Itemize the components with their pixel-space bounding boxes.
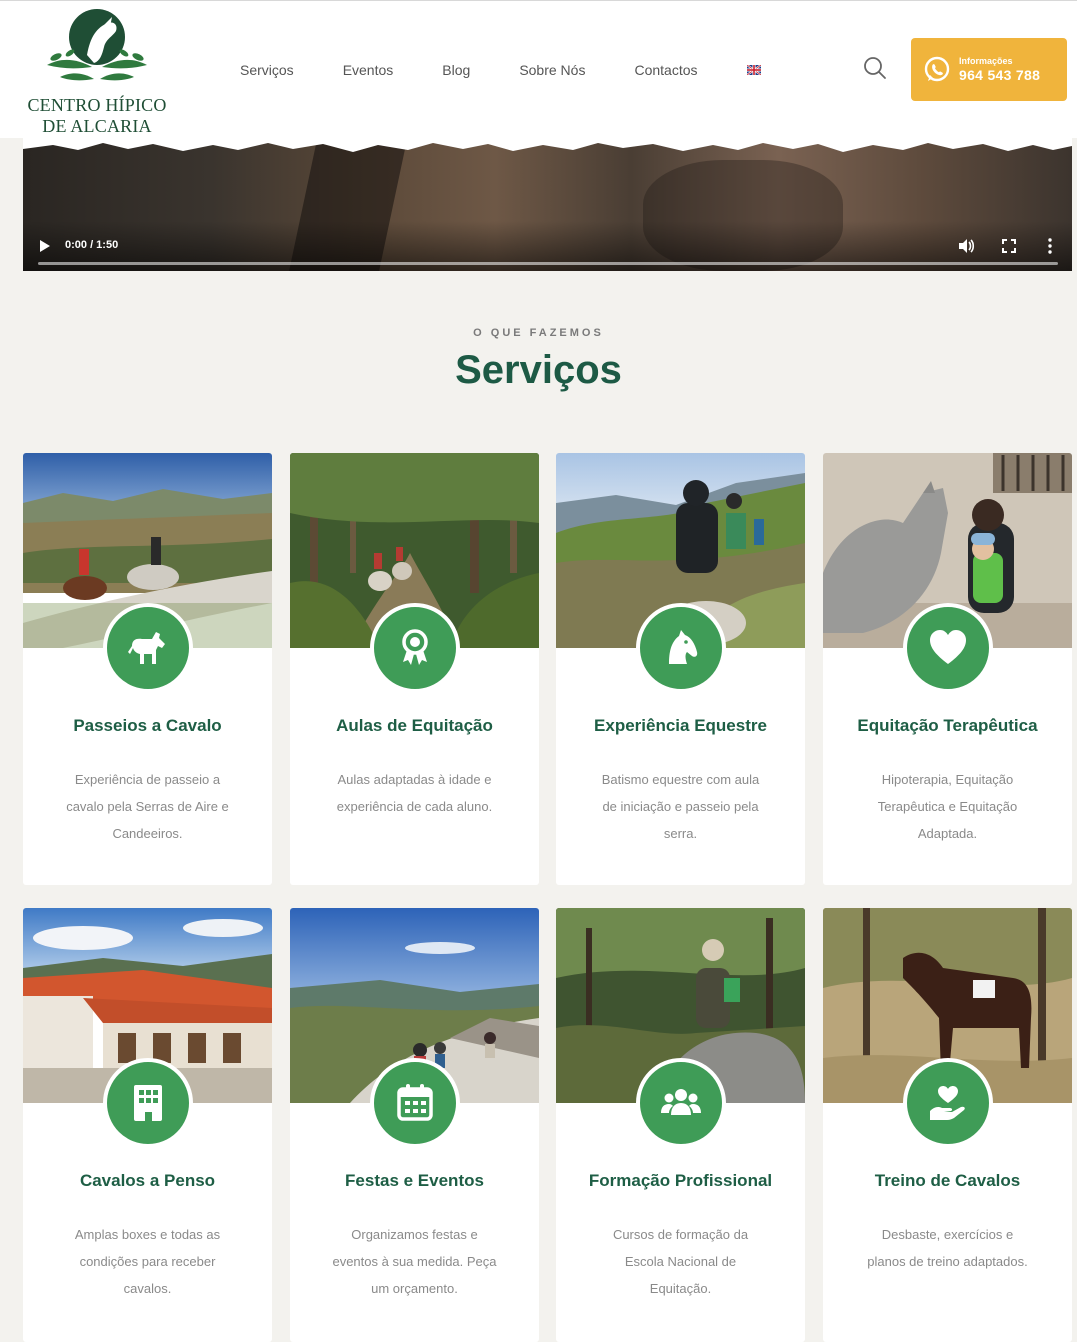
horse-head-icon	[669, 630, 698, 664]
service-description: Cursos de formação da Escola Nacional de…	[612, 1227, 749, 1296]
video-progress-bar[interactable]	[38, 262, 1058, 265]
video-time: 0:00 / 1:50	[65, 239, 119, 251]
cta-label: Informações	[959, 55, 1013, 66]
service-badge	[370, 603, 460, 693]
service-card-formacao[interactable]: Formação Profissional Cursos de formação…	[556, 908, 805, 1342]
video-controls: 0:00 / 1:50	[23, 221, 1072, 271]
more-options-icon[interactable]	[1045, 237, 1055, 255]
calendar-icon	[397, 1084, 433, 1121]
play-icon[interactable]	[39, 239, 51, 253]
logo-horse-icon	[47, 9, 147, 81]
group-icon	[661, 1089, 701, 1115]
horse-icon	[128, 632, 165, 664]
service-description: Batismo equestre com aula de iniciação e…	[601, 772, 760, 841]
nav-item-servicos[interactable]: Serviços	[240, 62, 294, 78]
service-description: Experiência de passeio a cavalo pela Ser…	[66, 772, 229, 841]
service-badge	[370, 1058, 460, 1148]
service-title: Festas e Eventos	[345, 1171, 484, 1190]
service-badge	[103, 1058, 193, 1148]
nav-item-blog[interactable]: Blog	[442, 62, 470, 78]
section-eyebrow: O QUE FAZEMOS	[473, 327, 604, 339]
volume-icon[interactable]	[957, 237, 975, 255]
nav-item-eventos[interactable]: Eventos	[343, 62, 394, 78]
service-card-terapeutica[interactable]: Equitação Terapêutica Hipoterapia, Equit…	[823, 453, 1072, 885]
service-description: Organizamos festas e eventos à sua medid…	[332, 1227, 497, 1296]
service-title: Experiência Equestre	[594, 716, 767, 735]
service-card-passeios[interactable]: Passeios a Cavalo Experiência de passeio…	[23, 453, 272, 885]
nav-item-sobre-nos[interactable]: Sobre Nós	[519, 62, 585, 78]
service-badge	[903, 1058, 993, 1148]
service-badge	[903, 603, 993, 693]
service-card-treino[interactable]: Treino de Cavalos Desbaste, exercícios e…	[823, 908, 1072, 1342]
service-card-experiencia[interactable]: Experiência Equestre Batismo equestre co…	[556, 453, 805, 885]
service-description: Amplas boxes e todas as condições para r…	[74, 1227, 221, 1296]
building-icon	[134, 1085, 162, 1121]
service-card-penso[interactable]: Cavalos a Penso Amplas boxes e todas as …	[23, 908, 272, 1342]
heart-icon	[930, 630, 966, 664]
fullscreen-icon[interactable]	[1001, 238, 1017, 254]
service-description: Aulas adaptadas à idade e experiência de…	[336, 772, 493, 814]
service-description: Hipoterapia, Equitação Terapêutica e Equ…	[877, 772, 1018, 841]
uk-flag-icon[interactable]	[746, 65, 761, 75]
logo-line-2: DE ALCARIA	[42, 116, 152, 136]
nav-item-contactos[interactable]: Contactos	[634, 62, 697, 78]
service-description: Desbaste, exercícios e planos de treino …	[867, 1227, 1028, 1269]
service-title: Formação Profissional	[588, 1171, 773, 1190]
section-title: Serviços	[455, 348, 622, 392]
site-header: CENTRO HÍPICO DE ALCARIA Serviços Evento…	[0, 0, 1077, 138]
site-logo[interactable]: CENTRO HÍPICO DE ALCARIA	[22, 7, 172, 137]
award-icon	[402, 629, 428, 665]
service-badge	[636, 603, 726, 693]
service-card-festas[interactable]: Festas e Eventos Organizamos festas e ev…	[290, 908, 539, 1342]
main-nav: Serviços Eventos Blog Sobre Nós Contacto…	[240, 61, 761, 79]
logo-text: CENTRO HÍPICO DE ALCARIA	[22, 95, 172, 137]
search-icon[interactable]	[862, 55, 888, 81]
cta-text: Informações 964 543 788	[959, 56, 1040, 84]
service-title: Treino de Cavalos	[874, 1171, 1021, 1190]
service-title: Equitação Terapêutica	[857, 716, 1038, 735]
service-badge	[103, 603, 193, 693]
service-badge	[636, 1058, 726, 1148]
service-card-aulas[interactable]: Aulas de Equitação Aulas adaptadas à ida…	[290, 453, 539, 885]
whatsapp-icon	[924, 56, 950, 81]
promo-video[interactable]: 0:00 / 1:50	[23, 130, 1072, 271]
cta-phone: 964 543 788	[959, 66, 1041, 83]
service-title: Cavalos a Penso	[79, 1171, 216, 1190]
hand-heart-icon	[930, 1086, 965, 1120]
service-title: Passeios a Cavalo	[73, 716, 222, 735]
service-title: Aulas de Equitação	[336, 716, 493, 735]
whatsapp-contact-button[interactable]: Informações 964 543 788	[911, 38, 1067, 101]
logo-line-1: CENTRO HÍPICO	[27, 95, 167, 115]
